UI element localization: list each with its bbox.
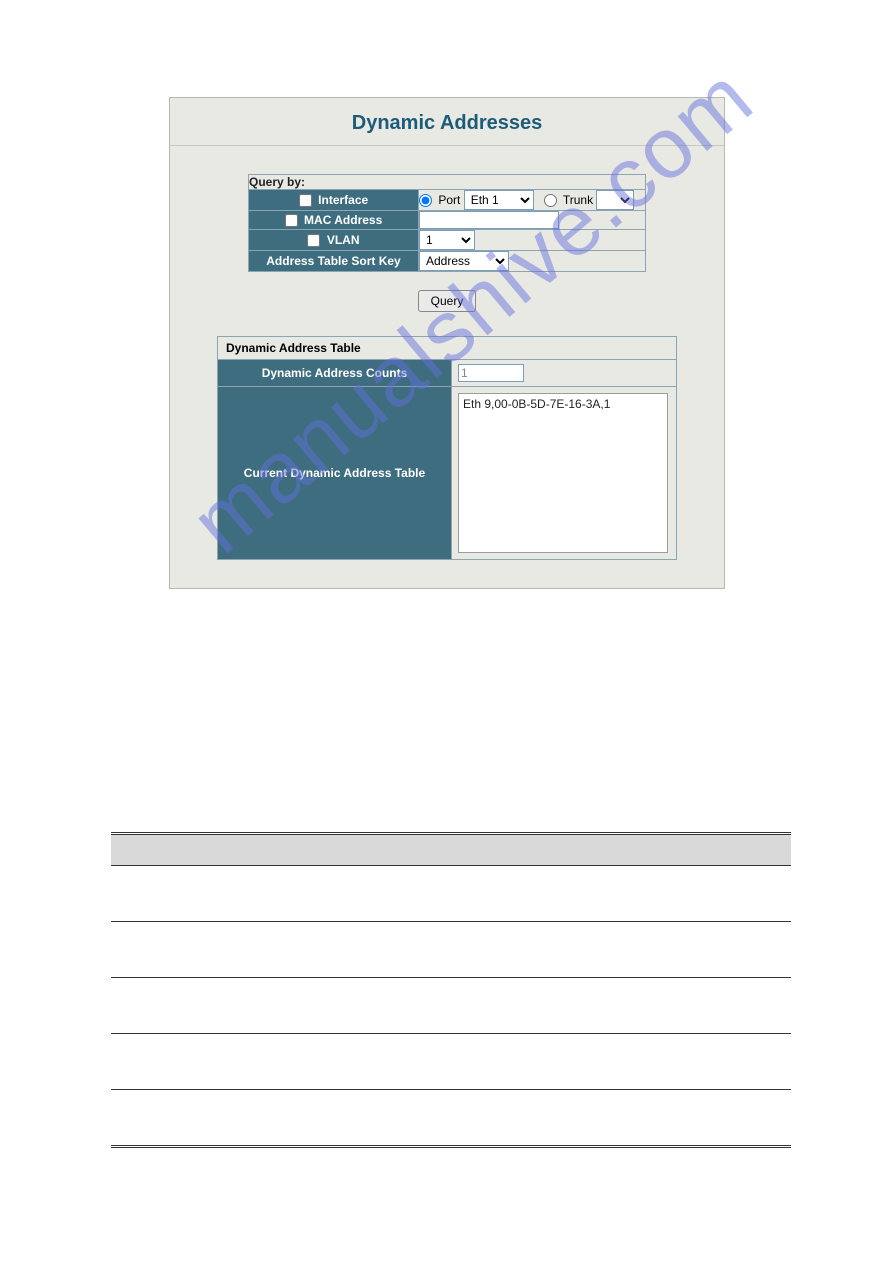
- legend-row: [111, 977, 791, 1033]
- port-select[interactable]: Eth 1: [464, 190, 534, 210]
- address-listbox[interactable]: Eth 9,00-0B-5D-7E-16-3A,1: [458, 393, 668, 553]
- current-table-label: Current Dynamic Address Table: [218, 387, 452, 560]
- page-title: Dynamic Addresses: [170, 98, 724, 145]
- counts-value: [458, 364, 524, 382]
- legend-row: [111, 1089, 791, 1145]
- mac-label: MAC Address: [304, 213, 382, 227]
- dynamic-address-table: Dynamic Address Table Dynamic Address Co…: [217, 336, 677, 560]
- legend-row: [111, 921, 791, 977]
- mac-row: MAC Address: [249, 211, 646, 230]
- legend-header: [111, 835, 791, 865]
- query-by-table: Query by: Interface Port Eth 1 Trunk: [248, 174, 646, 272]
- port-label: Port: [438, 193, 460, 207]
- title-separator: [170, 145, 724, 146]
- counts-label: Dynamic Address Counts: [218, 360, 452, 387]
- trunk-label: Trunk: [563, 193, 593, 207]
- legend-table: [111, 832, 791, 1148]
- port-radio[interactable]: [419, 194, 432, 207]
- legend-row: [111, 865, 791, 921]
- interface-label: Interface: [318, 193, 368, 207]
- vlan-row: VLAN 1: [249, 230, 646, 251]
- legend-row: [111, 1033, 791, 1089]
- sortkey-label: Address Table Sort Key: [249, 251, 419, 272]
- trunk-radio[interactable]: [544, 194, 557, 207]
- dat-title: Dynamic Address Table: [218, 337, 677, 360]
- query-button[interactable]: Query: [418, 290, 477, 312]
- sortkey-select[interactable]: Address: [419, 251, 509, 271]
- interface-checkbox[interactable]: [299, 194, 312, 207]
- mac-checkbox[interactable]: [285, 214, 298, 227]
- trunk-select[interactable]: [596, 190, 634, 210]
- vlan-checkbox[interactable]: [307, 234, 320, 247]
- vlan-label: VLAN: [327, 233, 360, 247]
- vlan-select[interactable]: 1: [419, 230, 475, 250]
- list-item[interactable]: Eth 9,00-0B-5D-7E-16-3A,1: [463, 397, 663, 411]
- mac-input[interactable]: [419, 211, 559, 229]
- sortkey-row: Address Table Sort Key Address: [249, 251, 646, 272]
- dynamic-addresses-panel: Dynamic Addresses Query by: Interface Po…: [169, 97, 725, 589]
- interface-row: Interface Port Eth 1 Trunk: [249, 190, 646, 211]
- query-by-header: Query by:: [249, 175, 646, 190]
- panel-body: Query by: Interface Port Eth 1 Trunk: [170, 174, 724, 588]
